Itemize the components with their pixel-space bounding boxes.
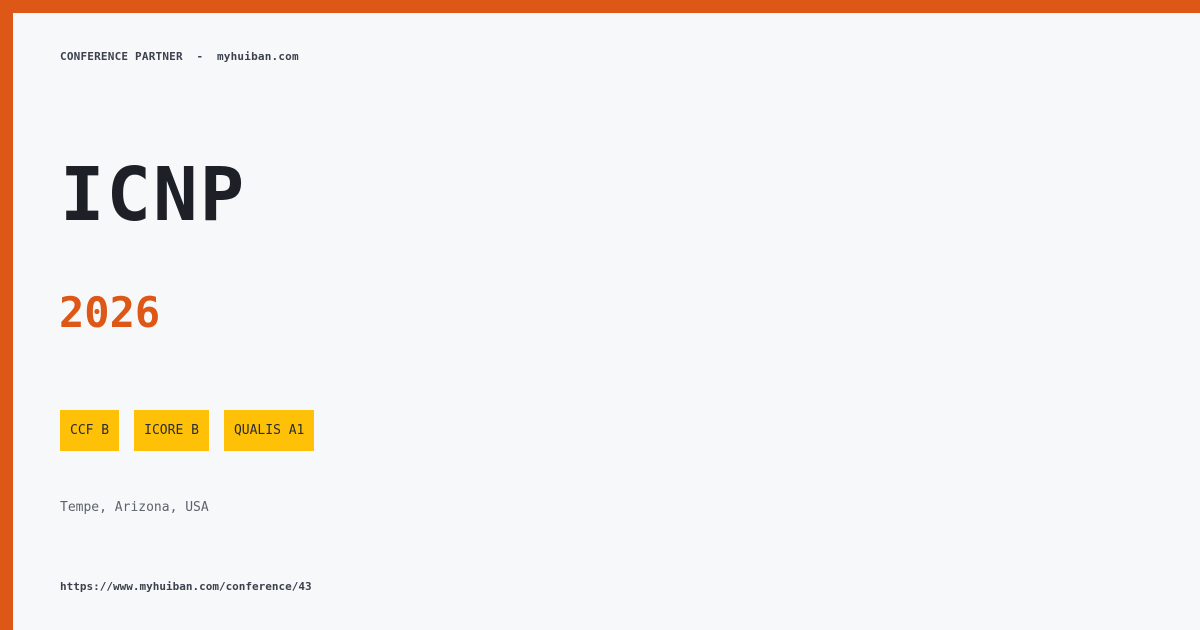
- ranking-badges: CCF B ICORE B QUALIS A1: [60, 410, 315, 451]
- conference-acronym: ICNP: [60, 152, 247, 238]
- header-separator: -: [196, 50, 204, 63]
- badge-qualis: QUALIS A1: [223, 410, 315, 451]
- conference-location: Tempe, Arizona, USA: [60, 500, 209, 515]
- badge-ccf: CCF B: [60, 410, 120, 451]
- top-border: [0, 0, 1200, 13]
- left-border: [0, 0, 13, 630]
- partner-label: CONFERENCE PARTNER: [60, 50, 183, 63]
- conference-url: https://www.myhuiban.com/conference/43: [60, 580, 312, 593]
- partner-header: CONFERENCE PARTNER - myhuiban.com: [60, 50, 299, 63]
- partner-site: myhuiban.com: [216, 50, 299, 63]
- conference-year: 2026: [59, 288, 161, 337]
- badge-icore: ICORE B: [134, 410, 209, 451]
